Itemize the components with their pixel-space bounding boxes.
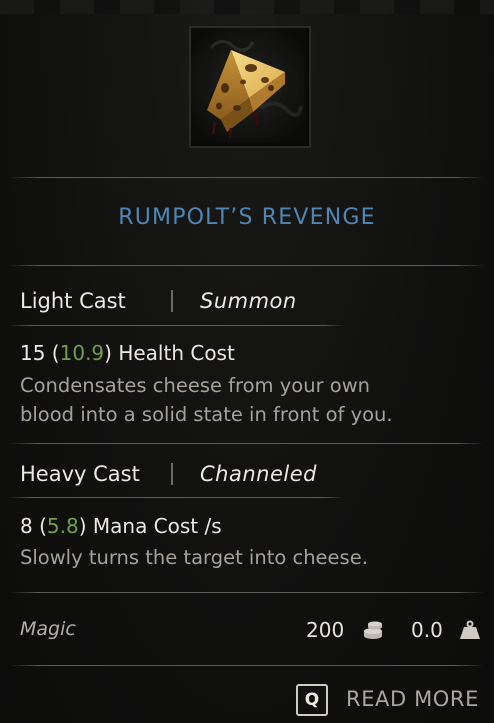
gold-value: 200: [306, 618, 345, 642]
light-cast-cost-modified: 10.9: [59, 341, 105, 365]
light-cast-underline: [10, 325, 344, 326]
light-cast-cost-close: ) Health Cost: [104, 341, 235, 365]
light-cast-cost-open: (: [45, 341, 60, 365]
heavy-cast-cost-open: (: [32, 514, 47, 538]
light-cast-separator: [171, 290, 173, 312]
coin-stack-icon: [364, 621, 382, 639]
heavy-cast-separator: [171, 463, 173, 485]
heavy-cast-description: Slowly turns the target into cheese.: [20, 546, 368, 569]
item-icon-frame: [189, 26, 311, 148]
light-cast-label: Light Cast: [20, 289, 126, 313]
weight-value: 0.0: [411, 618, 443, 642]
read-more-key-button[interactable]: Q: [296, 684, 328, 716]
divider-top: [10, 177, 484, 178]
read-more-label[interactable]: READ MORE: [346, 687, 479, 711]
heavy-cast-cost: 8 (5.8) Mana Cost /s: [20, 514, 222, 538]
cheese-wedge-icon: [191, 28, 305, 142]
heavy-cast-underline: [10, 497, 344, 498]
divider-between-casts: [10, 443, 484, 444]
divider-bottom: [10, 665, 484, 666]
heavy-cast-label: Heavy Cast: [20, 462, 140, 486]
light-cast-cost: 15 (10.9) Health Cost: [20, 341, 235, 365]
heavy-cast-cost-base: 8: [20, 514, 33, 538]
divider-above-footer: [10, 592, 484, 593]
heavy-cast-type: Channeled: [200, 462, 317, 486]
light-cast-cost-base: 15: [20, 341, 46, 365]
light-cast-description-line1: Condensates cheese from your own: [20, 374, 371, 397]
heavy-cast-cost-close: ) Mana Cost /s: [78, 514, 222, 538]
top-edge-decoration: [0, 0, 494, 14]
weight-icon: [460, 620, 480, 639]
light-cast-type: Summon: [200, 289, 297, 313]
item-category: Magic: [20, 618, 76, 640]
item-tooltip-panel: RUMPOLT’S REVENGE Light Cast Summon 15 (…: [0, 0, 494, 723]
divider-under-title: [10, 265, 484, 266]
heavy-cast-cost-modified: 5.8: [46, 514, 79, 538]
item-title: RUMPOLT’S REVENGE: [118, 205, 376, 230]
light-cast-description-line2: blood into a solid state in front of you…: [20, 403, 393, 426]
